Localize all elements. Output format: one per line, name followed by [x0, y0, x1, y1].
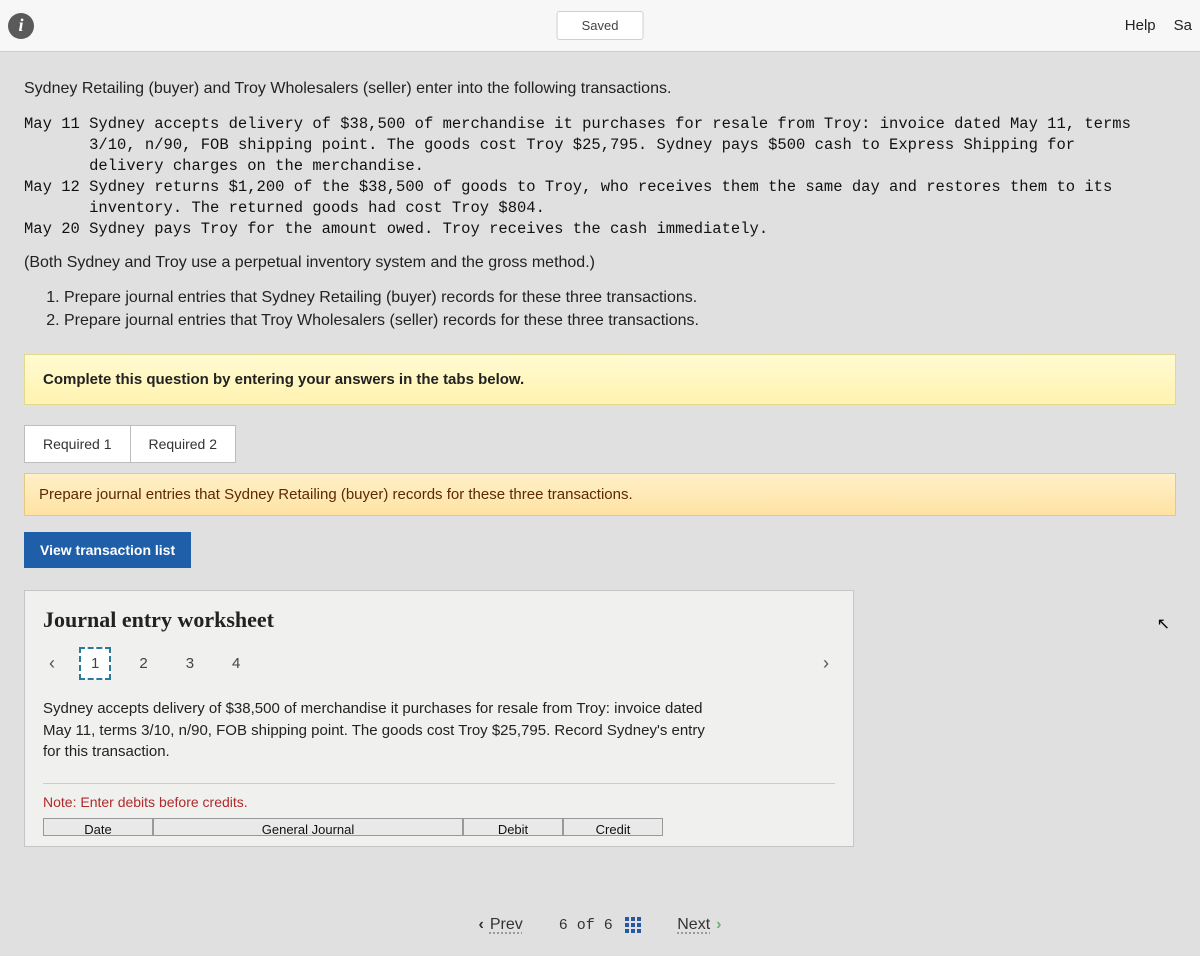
- th-date: Date: [43, 818, 153, 836]
- top-right-cut: Sa: [1174, 17, 1192, 34]
- prev-button[interactable]: ‹ Prev: [473, 912, 529, 938]
- th-debit: Debit: [463, 818, 563, 836]
- next-label: Next: [677, 916, 710, 934]
- transaction-events: May 11 Sydney accepts delivery of $38,50…: [24, 114, 1176, 240]
- content-area: Sydney Retailing (buyer) and Troy Wholes…: [0, 52, 1200, 847]
- worksheet-prev-icon[interactable]: ‹: [43, 649, 61, 678]
- next-button[interactable]: Next ›: [671, 912, 727, 938]
- task-list: Prepare journal entries that Sydney Reta…: [64, 286, 1176, 332]
- worksheet-page-1[interactable]: 1: [79, 647, 111, 680]
- view-transaction-list-button[interactable]: View transaction list: [24, 532, 191, 568]
- method-note: (Both Sydney and Troy use a perpetual in…: [24, 254, 1176, 272]
- intro-text: Sydney Retailing (buyer) and Troy Wholes…: [24, 80, 1176, 98]
- requirement-tabs: Required 1 Required 2: [24, 425, 1176, 463]
- th-general-journal: General Journal: [153, 818, 463, 836]
- page-counter-text: 6 of 6: [559, 917, 613, 934]
- saved-status: Saved: [557, 11, 644, 40]
- prev-label: Prev: [490, 916, 523, 934]
- worksheet-note: Note: Enter debits before credits.: [43, 783, 835, 810]
- chevron-left-icon: ‹: [479, 916, 484, 934]
- grid-icon[interactable]: [625, 917, 641, 933]
- help-link[interactable]: Help: [1125, 17, 1156, 34]
- task-item-1: Prepare journal entries that Sydney Reta…: [64, 286, 1176, 309]
- worksheet-description: Sydney accepts delivery of $38,500 of me…: [43, 698, 713, 763]
- chevron-right-icon: ›: [716, 916, 721, 934]
- task-item-2: Prepare journal entries that Troy Wholes…: [64, 309, 1176, 332]
- tab-required-2[interactable]: Required 2: [130, 425, 237, 463]
- worksheet-next-icon[interactable]: ›: [817, 649, 835, 678]
- worksheet-title: Journal entry worksheet: [43, 607, 835, 633]
- worksheet-page-3[interactable]: 3: [176, 649, 204, 678]
- page-counter: 6 of 6: [559, 916, 641, 934]
- top-bar: i Saved Help Sa: [0, 0, 1200, 52]
- sub-instruction: Prepare journal entries that Sydney Reta…: [24, 473, 1176, 516]
- instruction-bar: Complete this question by entering your …: [24, 354, 1176, 405]
- journal-worksheet: Journal entry worksheet ‹ 1 2 3 4 › Sydn…: [24, 590, 854, 847]
- bottom-nav: ‹ Prev 6 of 6 Next ›: [0, 912, 1200, 938]
- cursor-icon: ↖: [1157, 614, 1170, 634]
- tab-required-1[interactable]: Required 1: [24, 425, 131, 463]
- worksheet-table-header: Date General Journal Debit Credit: [43, 818, 835, 836]
- worksheet-page-4[interactable]: 4: [222, 649, 250, 678]
- info-icon[interactable]: i: [8, 13, 34, 39]
- th-credit: Credit: [563, 818, 663, 836]
- worksheet-page-2[interactable]: 2: [129, 649, 157, 678]
- worksheet-pager: ‹ 1 2 3 4 ›: [43, 647, 835, 680]
